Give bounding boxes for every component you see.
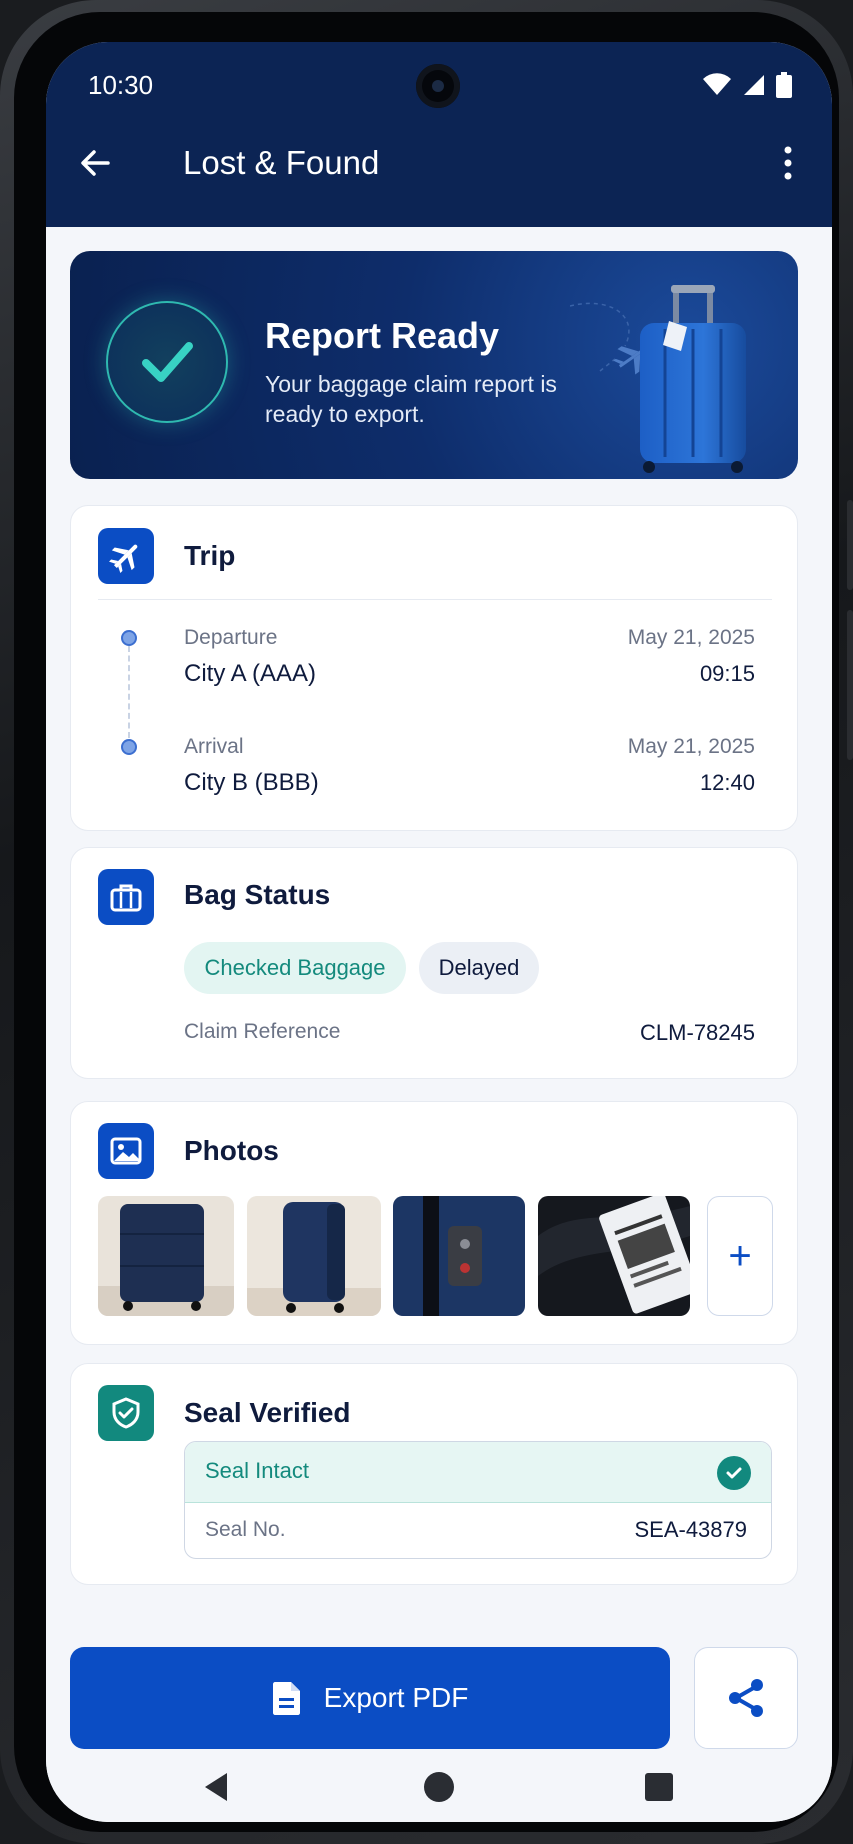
photo-thumbnail[interactable]: [98, 1196, 234, 1316]
timeline-line: [128, 646, 130, 738]
wifi-icon: [703, 73, 731, 95]
document-icon: [272, 1682, 300, 1715]
banner-subtitle: Your baggage claim report is ready to ex…: [265, 371, 557, 427]
triangle-back-icon: [205, 1773, 227, 1801]
bag-status-card: Bag Status Checked Baggage Delayed Claim…: [70, 847, 798, 1079]
export-pdf-label: Export PDF: [323, 1682, 469, 1713]
seal-number-label: Seal No.: [205, 1518, 286, 1541]
delayed-chip: Delayed: [419, 942, 539, 994]
banner-title: Report Ready: [265, 315, 500, 356]
seal-number: SEA-43879: [634, 1517, 747, 1542]
arrival-label: Arrival: [184, 735, 244, 758]
arrival-time: 12:40: [699, 770, 755, 795]
report-ready-banner: Report Ready Your baggage claim report i…: [70, 251, 798, 479]
airplane-icon: [98, 528, 154, 584]
briefcase-icon: [98, 869, 154, 925]
bag-status-title: Bag Status: [184, 879, 331, 910]
photo-thumbnail[interactable]: [538, 1196, 690, 1316]
power-button: [847, 610, 853, 760]
share-icon: [729, 1679, 763, 1717]
check-circle-icon: [106, 301, 228, 423]
screen: 10:30 Lost & Found Report Ready Your bag…: [46, 42, 832, 1822]
signal-icon: [744, 75, 764, 95]
more-options-button[interactable]: [766, 138, 810, 188]
seal-status: Seal Intact: [205, 1458, 309, 1483]
nav-back-button[interactable]: [186, 1757, 246, 1817]
status-time: 10:30: [88, 70, 154, 100]
departure-time: 09:15: [699, 661, 755, 686]
battery-icon: [776, 72, 792, 98]
seal-title: Seal Verified: [184, 1397, 351, 1428]
status-icons: [702, 72, 792, 98]
page-title: Lost & Found: [183, 144, 380, 181]
trip-card: Trip Departure City A (AAA) May 21, 2025…: [70, 505, 798, 831]
back-button[interactable]: [70, 138, 120, 188]
arrival-dot: [121, 739, 137, 755]
export-pdf-button[interactable]: Export PDF: [70, 1647, 670, 1749]
nav-home-button[interactable]: [409, 1757, 469, 1817]
arrival-date: May 21, 2025: [627, 735, 755, 758]
shield-check-icon: [98, 1385, 154, 1441]
divider: [98, 599, 772, 600]
departure-dot: [121, 630, 137, 646]
seal-details: Seal Intact Seal No. SEA-43879: [184, 1441, 772, 1559]
volume-button: [847, 500, 853, 590]
content: Report Ready Your baggage claim report i…: [46, 227, 832, 1822]
claim-reference-label: Claim Reference: [184, 1020, 341, 1043]
photos-title: Photos: [184, 1135, 279, 1166]
more-vertical-icon: [784, 146, 792, 180]
arrival-place: City B (BBB): [184, 769, 319, 796]
departure-label: Departure: [184, 626, 278, 649]
departure-date: May 21, 2025: [627, 626, 755, 649]
trip-title: Trip: [184, 540, 236, 571]
photo-thumbnail[interactable]: [393, 1196, 525, 1316]
departure-place: City A (AAA): [184, 660, 317, 687]
nav-recents-button[interactable]: [629, 1757, 689, 1817]
phone-bezel: 10:30 Lost & Found Report Ready Your bag…: [14, 12, 839, 1832]
back-arrow-icon: [81, 150, 110, 176]
add-photo-button[interactable]: +: [707, 1196, 773, 1316]
app-header: 10:30 Lost & Found: [46, 42, 832, 227]
front-camera: [416, 64, 460, 108]
seal-card: Seal Verified Seal Intact Seal No. SEA-4…: [70, 1363, 798, 1585]
checked-baggage-chip: Checked Baggage: [184, 942, 406, 994]
photo-thumbnail[interactable]: [247, 1196, 381, 1316]
claim-reference-value: CLM-78245: [640, 1020, 755, 1045]
photos-card: Photos +: [70, 1101, 798, 1345]
check-icon: [717, 1456, 751, 1490]
phone-frame: 10:30 Lost & Found Report Ready Your bag…: [0, 0, 853, 1844]
seal-status-row: Seal Intact: [185, 1442, 771, 1503]
suitcase-illustration: [640, 285, 746, 473]
share-button[interactable]: [694, 1647, 798, 1749]
image-icon: [98, 1123, 154, 1179]
home-circle-icon: [424, 1772, 454, 1802]
recents-square-icon: [645, 1773, 673, 1801]
